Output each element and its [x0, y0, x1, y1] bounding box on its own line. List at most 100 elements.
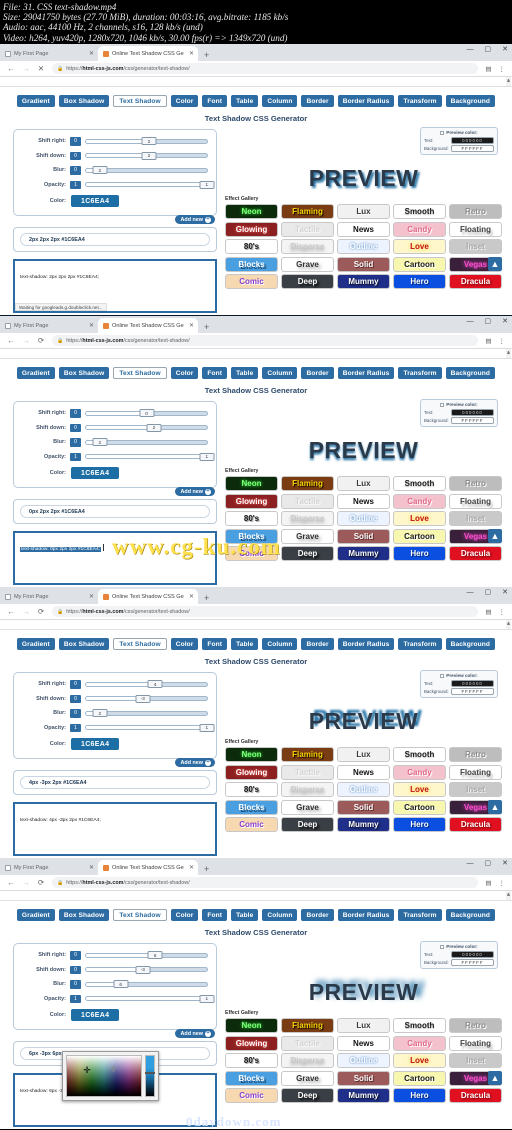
url-bar[interactable]: 🔒 https://html-css-js.com/css/generator/t…	[52, 63, 479, 74]
browser-tab-2[interactable]: Online Text Shadow CSS Genera ✕	[98, 860, 198, 875]
effect-button-glowing[interactable]: Glowing	[225, 493, 278, 509]
nav-button-color[interactable]: Color	[170, 638, 199, 650]
effect-button-inset[interactable]: Inset	[449, 239, 502, 255]
close-button[interactable]: ✕	[502, 589, 508, 596]
nav-button-gradient[interactable]: Gradient	[16, 367, 55, 379]
nav-button-box-shadow[interactable]: Box Shadow	[58, 909, 110, 921]
effect-button-news[interactable]: News	[337, 493, 390, 509]
effect-button-solid[interactable]: Solid	[337, 528, 390, 544]
effect-button-cartoon[interactable]: Cartoon	[393, 256, 446, 272]
nav-button-font[interactable]: Font	[202, 638, 228, 650]
nav-button-transform[interactable]: Transform	[398, 367, 442, 379]
effect-button-flaming[interactable]: Flaming	[281, 747, 334, 763]
back-button[interactable]: ←	[7, 64, 15, 73]
add-new-button[interactable]: Add new +	[174, 1029, 215, 1039]
effect-button-deep[interactable]: Deep	[281, 817, 334, 833]
checkbox-icon[interactable]	[440, 402, 445, 407]
effect-button-lux[interactable]: Lux	[337, 476, 390, 492]
color-swatch-button[interactable]: 1C6EA4	[71, 1009, 120, 1022]
effect-button-blocks[interactable]: Blocks	[225, 256, 278, 272]
slider-blur[interactable]: 2	[85, 709, 208, 718]
nav-button-border-radius[interactable]: Border Radius	[337, 909, 395, 921]
effect-button-candy[interactable]: Candy	[393, 221, 446, 237]
checkbox-icon[interactable]	[440, 130, 445, 135]
slider-thumb-shift-down[interactable]: 2	[146, 423, 162, 432]
maximize-button[interactable]: ▢	[485, 318, 492, 325]
slider-shift-right[interactable]: 6	[85, 951, 208, 960]
effect-button-candy[interactable]: Candy	[393, 1035, 446, 1051]
scroll-to-top-button[interactable]: ▲	[488, 257, 502, 272]
reload-button[interactable]: ✕	[37, 64, 45, 73]
reload-button[interactable]: ⟳	[37, 607, 45, 616]
slider-shift-down[interactable]: 2	[85, 151, 208, 160]
nav-button-table[interactable]: Table	[231, 909, 259, 921]
hue-marker[interactable]	[145, 1072, 155, 1074]
shadow-list-item[interactable]: 2px 2px 2px #1C6EA4	[20, 233, 210, 247]
slider-shift-right[interactable]: 4	[85, 680, 208, 689]
slider-opacity[interactable]: 1	[85, 994, 215, 1003]
effect-button-dracula[interactable]: Dracula	[449, 1088, 502, 1104]
browser-menu-icon[interactable]: ⋮	[499, 65, 506, 73]
effect-button-retro[interactable]: Retro	[449, 476, 502, 492]
slider-thumb-shift-down[interactable]: -3	[135, 965, 151, 974]
effect-button-blocks[interactable]: Blocks	[225, 1070, 278, 1086]
nav-button-border-radius[interactable]: Border Radius	[337, 95, 395, 107]
nav-button-box-shadow[interactable]: Box Shadow	[58, 367, 110, 379]
scrollbar-up-arrow[interactable]	[506, 77, 511, 86]
reload-button[interactable]: ⟳	[37, 878, 45, 887]
nav-button-gradient[interactable]: Gradient	[16, 638, 55, 650]
effect-button-comic[interactable]: Comic	[225, 1088, 278, 1104]
nav-button-table[interactable]: Table	[231, 638, 259, 650]
effect-button-smooth[interactable]: Smooth	[393, 204, 446, 220]
slider-thumb-opacity[interactable]: 1	[199, 452, 215, 461]
effect-button-grave[interactable]: Grave	[281, 528, 334, 544]
effect-button-comic[interactable]: Comic	[225, 546, 278, 562]
scrollbar-up-arrow[interactable]	[506, 891, 511, 900]
nav-button-border[interactable]: Border	[301, 95, 334, 107]
minimize-button[interactable]: —	[467, 860, 474, 867]
slider-thumb-blur[interactable]: 2	[92, 438, 108, 447]
css-code-box[interactable]: text-shadow: 2px 2px 2px #1C6EA4; Waiting…	[13, 259, 217, 314]
css-code-box[interactable]: text-shadow: 4px -3px 2px #1C6EA4;	[13, 802, 217, 857]
forward-button[interactable]: →	[22, 607, 30, 616]
close-button[interactable]: ✕	[502, 46, 508, 53]
effect-button-80s[interactable]: 80's	[225, 782, 278, 798]
slider-shift-right[interactable]: 0	[85, 409, 208, 418]
close-button[interactable]: ✕	[502, 860, 508, 867]
close-button[interactable]: ✕	[502, 318, 508, 325]
nav-button-color[interactable]: Color	[170, 909, 199, 921]
nav-button-border[interactable]: Border	[301, 638, 334, 650]
new-tab-button[interactable]: +	[198, 322, 215, 333]
effect-button-neon[interactable]: Neon	[225, 476, 278, 492]
browser-tab-1[interactable]: My First Page ✕	[0, 589, 98, 604]
effect-button-deep[interactable]: Deep	[281, 274, 334, 290]
slider-thumb-shift-right[interactable]: 0	[139, 409, 154, 418]
effect-button-solid[interactable]: Solid	[337, 256, 390, 272]
color-swatch-button[interactable]: 1C6EA4	[71, 738, 120, 751]
effect-button-lux[interactable]: Lux	[337, 747, 390, 763]
effect-button-retro[interactable]: Retro	[449, 1018, 502, 1034]
effect-button-news[interactable]: News	[337, 764, 390, 780]
nav-button-background[interactable]: Background	[445, 638, 496, 650]
effect-button-mummy[interactable]: Mummy	[337, 546, 390, 562]
css-code-box[interactable]: text-shadow: 0px 2px 2px #1C6EA4;	[13, 531, 217, 586]
slider-thumb-shift-down[interactable]: 2	[141, 151, 157, 160]
back-button[interactable]: ←	[7, 336, 15, 345]
effect-button-cartoon[interactable]: Cartoon	[393, 1070, 446, 1086]
effect-button-floating[interactable]: Floating	[449, 221, 502, 237]
preview-bg-value[interactable]: FFFFFF	[451, 688, 494, 696]
slider-opacity[interactable]: 1	[85, 452, 215, 461]
slider-shift-right[interactable]: 2	[85, 137, 208, 146]
tab-close-icon[interactable]: ✕	[89, 864, 94, 871]
color-picker-popup[interactable]: ✛ ✛	[62, 1051, 159, 1101]
slider-thumb-blur[interactable]: 2	[92, 166, 108, 175]
preview-bg-value[interactable]: FFFFFF	[451, 145, 494, 153]
add-new-button[interactable]: Add new +	[174, 758, 215, 768]
new-tab-button[interactable]: +	[198, 50, 215, 61]
slider-shift-down[interactable]: -3	[85, 965, 208, 974]
effect-button-neon[interactable]: Neon	[225, 1018, 278, 1034]
scroll-to-top-button[interactable]: ▲	[488, 800, 502, 815]
nav-button-text-shadow[interactable]: Text Shadow	[113, 95, 167, 108]
reader-icon[interactable]: ▤	[485, 337, 491, 345]
slider-thumb-opacity[interactable]: 1	[199, 723, 215, 732]
